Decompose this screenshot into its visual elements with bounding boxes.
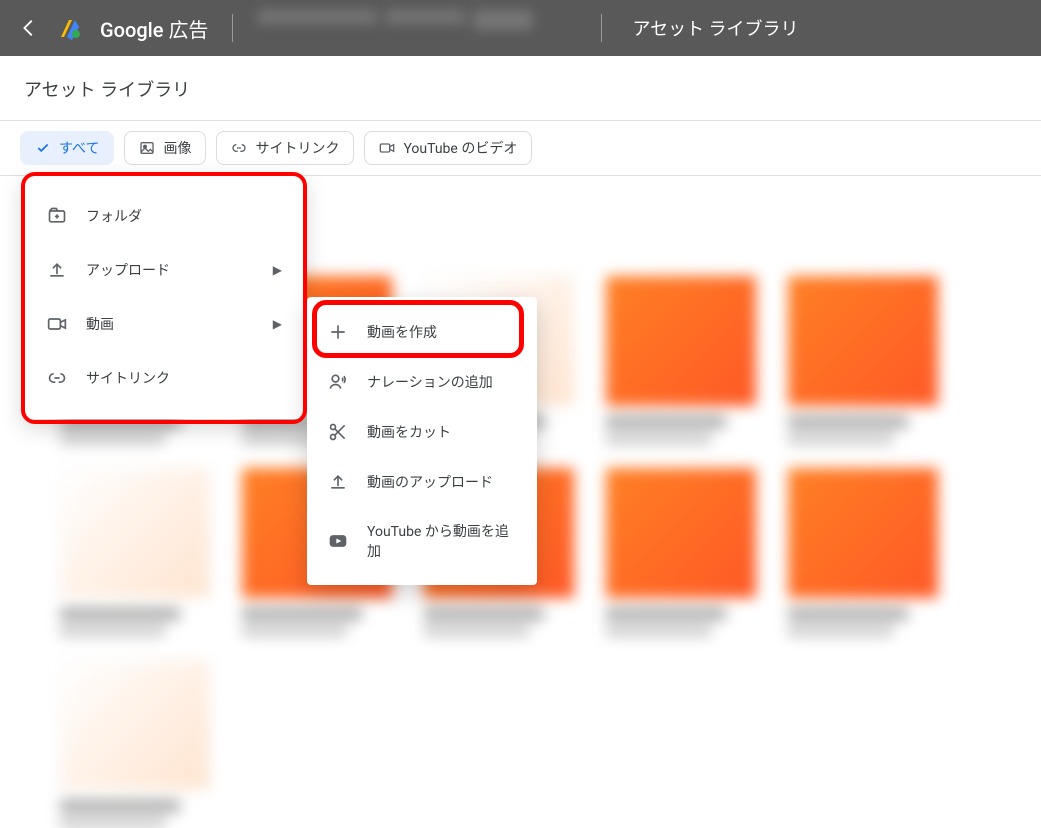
check-icon [35, 140, 51, 156]
asset-thumbnail[interactable] [60, 660, 210, 828]
upload-icon [46, 259, 68, 281]
video-icon [379, 140, 395, 156]
menu-item-label: ナレーションの追加 [367, 372, 517, 392]
menu-item-upload[interactable]: アップロード ▶ [24, 243, 304, 297]
asset-thumbnail[interactable] [788, 276, 938, 444]
menu-item-label: 動画を作成 [367, 322, 517, 342]
filter-chip-bar: すべて 画像 サイトリンク YouTube のビデオ [0, 121, 1041, 176]
link-icon [46, 367, 68, 389]
back-icon[interactable] [18, 17, 40, 39]
link-icon [231, 140, 247, 156]
chip-images[interactable]: 画像 [124, 131, 206, 165]
account-info-blurred [257, 10, 577, 46]
menu-item-label: フォルダ [86, 206, 282, 226]
menu-item-label: アップロード [86, 260, 255, 280]
header-section-title: アセット ライブラリ [632, 15, 798, 41]
menu-item-label: YouTube から動画を追加 [367, 521, 517, 561]
chevron-right-icon: ▶ [273, 263, 282, 277]
submenu-item-create-video[interactable]: 動画を作成 [307, 307, 537, 357]
folder-plus-icon [46, 205, 68, 227]
create-menu: フォルダ アップロード ▶ 動画 ▶ サイトリンク [24, 175, 304, 419]
menu-item-label: 動画 [86, 314, 255, 334]
chip-sitelinks[interactable]: サイトリンク [216, 131, 354, 165]
menu-item-folder[interactable]: フォルダ [24, 189, 304, 243]
menu-item-label: 動画のアップロード [367, 472, 517, 492]
image-icon [139, 140, 155, 156]
submenu-item-upload-video[interactable]: 動画のアップロード [307, 457, 537, 507]
menu-item-label: サイトリンク [86, 368, 282, 388]
google-ads-logo-icon [58, 16, 82, 40]
upload-icon [327, 471, 349, 493]
chip-label: すべて [59, 138, 99, 158]
topbar: Google 広告 アセット ライブラリ [0, 0, 1041, 56]
chevron-right-icon: ▶ [273, 317, 282, 331]
asset-thumbnail[interactable] [606, 468, 756, 636]
menu-item-label: 動画をカット [367, 422, 517, 442]
submenu-item-cut-video[interactable]: 動画をカット [307, 407, 537, 457]
chip-label: サイトリンク [255, 138, 339, 158]
page-title: アセット ライブラリ [0, 56, 1041, 121]
chip-label: YouTube のビデオ [403, 138, 517, 158]
video-submenu: 動画を作成 ナレーションの追加 動画をカット 動画のアップロード YouTube… [307, 297, 537, 585]
chip-all[interactable]: すべて [20, 131, 114, 165]
asset-thumbnail[interactable] [788, 468, 938, 636]
asset-thumbnail[interactable] [606, 276, 756, 444]
divider [601, 14, 602, 42]
voice-icon [327, 371, 349, 393]
menu-item-sitelink[interactable]: サイトリンク [24, 351, 304, 405]
video-icon [46, 313, 68, 335]
scissors-icon [327, 421, 349, 443]
menu-item-video[interactable]: 動画 ▶ [24, 297, 304, 351]
plus-icon [327, 321, 349, 343]
submenu-item-add-from-youtube[interactable]: YouTube から動画を追加 [307, 507, 537, 575]
asset-thumbnail[interactable] [60, 468, 210, 636]
youtube-icon [327, 530, 349, 552]
chip-label: 画像 [163, 138, 191, 158]
divider [232, 14, 233, 42]
brand-label: Google 広告 [100, 14, 208, 43]
submenu-item-add-narration[interactable]: ナレーションの追加 [307, 357, 537, 407]
chip-youtube[interactable]: YouTube のビデオ [364, 131, 532, 165]
